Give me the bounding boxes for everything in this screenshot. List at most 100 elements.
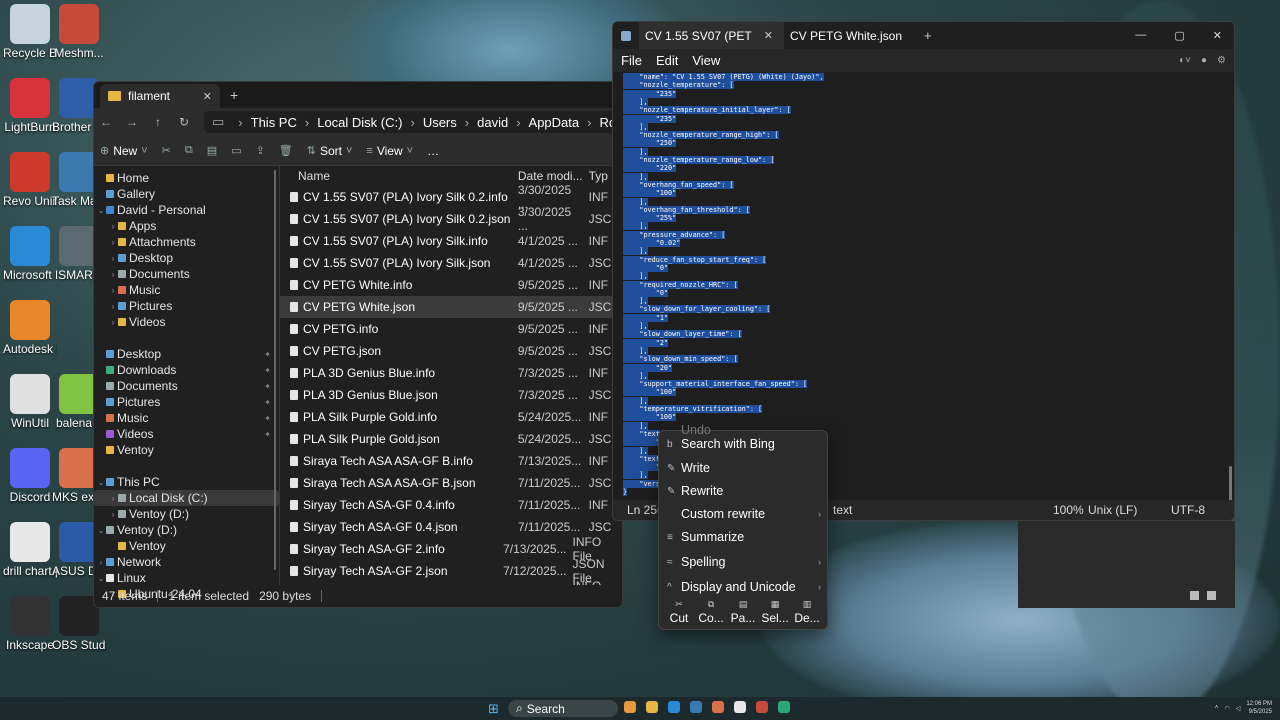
context-menu-item[interactable]: ≡ Summarize	[659, 526, 827, 548]
copy-icon[interactable]: ⧉	[185, 144, 193, 157]
notepad-tab[interactable]: CV PETG White.json	[784, 22, 908, 49]
desktop-icon[interactable]: Revo Unin...	[3, 152, 57, 209]
view-button[interactable]: ≡ View ˅	[366, 144, 413, 158]
line-ending[interactable]: Unix (LF)	[1088, 503, 1137, 517]
new-tab-button[interactable]: +	[924, 28, 932, 43]
column-date[interactable]: Date modi...	[512, 169, 583, 183]
desktop-icon[interactable]: Discord	[3, 448, 57, 505]
minimize-icon[interactable]: —	[1135, 29, 1146, 42]
nav-item[interactable]: › Network	[94, 554, 279, 570]
menu-view[interactable]: View	[692, 53, 720, 68]
nav-item[interactable]: Videos ✦	[94, 426, 279, 442]
desktop-icon[interactable]: drill chart.p...	[3, 522, 57, 579]
nav-item[interactable]: Downloads ✦	[94, 362, 279, 378]
taskbar-app-icon[interactable]	[756, 701, 768, 713]
file-row[interactable]: PLA Silk Purple Gold.json 5/24/2025... JSC	[280, 428, 622, 450]
menu-edit[interactable]: Edit	[656, 53, 678, 68]
nav-item[interactable]: › Attachments	[94, 234, 279, 250]
taskbar-app-icon[interactable]	[624, 701, 636, 713]
nav-item[interactable]: › Ventoy (D:)	[94, 506, 279, 522]
forward-icon[interactable]: →	[126, 115, 138, 129]
nav-item[interactable]: Pictures ✦	[94, 394, 279, 410]
account-icon[interactable]: ●	[1201, 55, 1207, 66]
desktop-icon[interactable]: Autodesk Fusion	[3, 300, 57, 357]
desktop-icon[interactable]: Recycle Bin	[3, 4, 57, 61]
file-row[interactable]: Siraya Tech ASA ASA-GF B.json 7/11/2025..…	[280, 472, 622, 494]
chevron-icon[interactable]: ›	[108, 270, 118, 279]
context-action-button[interactable]: ✂ Cut	[663, 597, 695, 627]
nav-item[interactable]: › Desktop	[94, 250, 279, 266]
file-row[interactable]: CV 1.55 SV07 (PLA) Ivory Silk 0.2.json 3/…	[280, 205, 622, 233]
nav-item[interactable]: › Music	[94, 282, 279, 298]
paste-icon[interactable]: ▤	[207, 144, 217, 157]
context-menu-item[interactable]: ✎ Rewrite	[659, 480, 827, 502]
chevron-icon[interactable]: ›	[108, 222, 118, 231]
zoom-level[interactable]: 100%	[1053, 503, 1084, 517]
taskbar-app-icon[interactable]	[734, 701, 746, 713]
context-action-button[interactable]: ⧉ Co...	[695, 597, 727, 627]
column-name[interactable]: Name	[280, 169, 512, 183]
taskbar-app-icon[interactable]	[668, 701, 680, 713]
context-menu-item[interactable]: ^ Display and Unicode ›	[659, 576, 827, 598]
file-row[interactable]: Siryay Tech ASA-GF 0.4.info 7/11/2025... I…	[280, 494, 622, 516]
new-button[interactable]: ⊕ New ˅	[100, 144, 148, 158]
nav-item[interactable]: › Documents	[94, 266, 279, 282]
close-icon[interactable]: ✕	[764, 29, 773, 42]
copilot-icon[interactable]: ◐˅	[1179, 55, 1191, 66]
chevron-icon[interactable]: ›	[108, 286, 118, 295]
wifi-icon[interactable]: ◠	[1224, 705, 1229, 712]
snap-right-icon[interactable]	[1207, 591, 1216, 600]
chevron-icon[interactable]: ›	[108, 238, 118, 247]
file-row[interactable]: Siraya Tech ASA ASA-GF B.info 7/13/2025..…	[280, 450, 622, 472]
delete-icon[interactable]: 🗑︎	[279, 144, 293, 157]
sort-button[interactable]: ⇅ Sort ˅	[307, 144, 353, 158]
file-row[interactable]: PLA 3D Genius Blue.json 7/3/2025 ... JSC	[280, 384, 622, 406]
nav-item[interactable]: Desktop ✦	[94, 346, 279, 362]
taskbar-search[interactable]: ⌕ Search	[508, 700, 618, 717]
nav-item[interactable]: ⌄ Ventoy (D:)	[94, 522, 279, 538]
close-window-icon[interactable]: ✕	[1213, 29, 1222, 42]
nav-item[interactable]: Gallery	[94, 186, 279, 202]
desktop-icon[interactable]: Inkscape	[3, 596, 57, 653]
breadcrumb-item[interactable]: Local Disk (C:)	[317, 115, 402, 130]
nav-item[interactable]: ⌄ David - Personal	[94, 202, 279, 218]
taskbar-app-icon[interactable]	[712, 701, 724, 713]
taskbar-app-icon[interactable]	[778, 701, 790, 713]
rename-icon[interactable]: ▭	[231, 144, 241, 157]
nav-item[interactable]: › Local Disk (C:)	[94, 490, 279, 506]
snap-left-icon[interactable]	[1190, 591, 1199, 600]
file-row[interactable]: CV 1.55 SV07 (PLA) Ivory Silk.info 4/1/20…	[280, 230, 622, 252]
file-row[interactable]: CV 1.55 SV07 (PLA) Ivory Silk.json 4/1/20…	[280, 252, 622, 274]
context-menu-item[interactable]: ≈ Spelling ›	[659, 551, 827, 573]
taskbar-app-icon[interactable]	[690, 701, 702, 713]
context-action-button[interactable]: ▦ Sel...	[759, 597, 791, 627]
menu-file[interactable]: File	[621, 53, 642, 68]
close-icon[interactable]: ✕	[203, 90, 212, 103]
nav-item[interactable]: Ventoy	[94, 538, 279, 554]
clock[interactable]: 12:06 PM 9/5/2025	[1246, 700, 1272, 716]
breadcrumb-item[interactable]: AppData	[529, 115, 580, 130]
context-menu-item[interactable]: b Search with Bing	[659, 433, 827, 455]
back-icon[interactable]: ←	[100, 115, 112, 129]
encoding[interactable]: UTF-8	[1171, 503, 1205, 517]
volume-icon[interactable]: ◁	[1236, 705, 1241, 712]
context-action-button[interactable]: ▥ De...	[791, 597, 823, 627]
file-row[interactable]: PLA 3D Genius Blue.info 7/3/2025 ... INF	[280, 362, 622, 384]
cut-icon[interactable]: ✂	[162, 144, 171, 157]
nav-item[interactable]: › Pictures	[94, 298, 279, 314]
breadcrumb-item[interactable]: This PC	[251, 115, 297, 130]
desktop-icon[interactable]: LightBurn	[3, 78, 57, 135]
breadcrumb-item[interactable]: Users	[423, 115, 457, 130]
nav-item[interactable]: Music ✦	[94, 410, 279, 426]
nav-item[interactable]: Home	[94, 170, 279, 186]
breadcrumb[interactable]: ▭ › This PC › Local Disk (C:) › Users › david ›…	[204, 111, 616, 133]
explorer-tab[interactable]: filament ✕	[100, 84, 220, 108]
desktop-icon[interactable]: WinUtil	[3, 374, 57, 431]
settings-icon[interactable]: ⚙	[1217, 55, 1226, 66]
taskbar-app-icon[interactable]	[646, 701, 658, 713]
nav-item[interactable]: ⌄ Linux	[94, 570, 279, 586]
chevron-icon[interactable]: ⌄	[96, 206, 106, 215]
share-icon[interactable]: ⇪	[256, 144, 265, 157]
maximize-icon[interactable]: ▢	[1174, 29, 1184, 42]
chevron-icon[interactable]: ›	[108, 302, 118, 311]
